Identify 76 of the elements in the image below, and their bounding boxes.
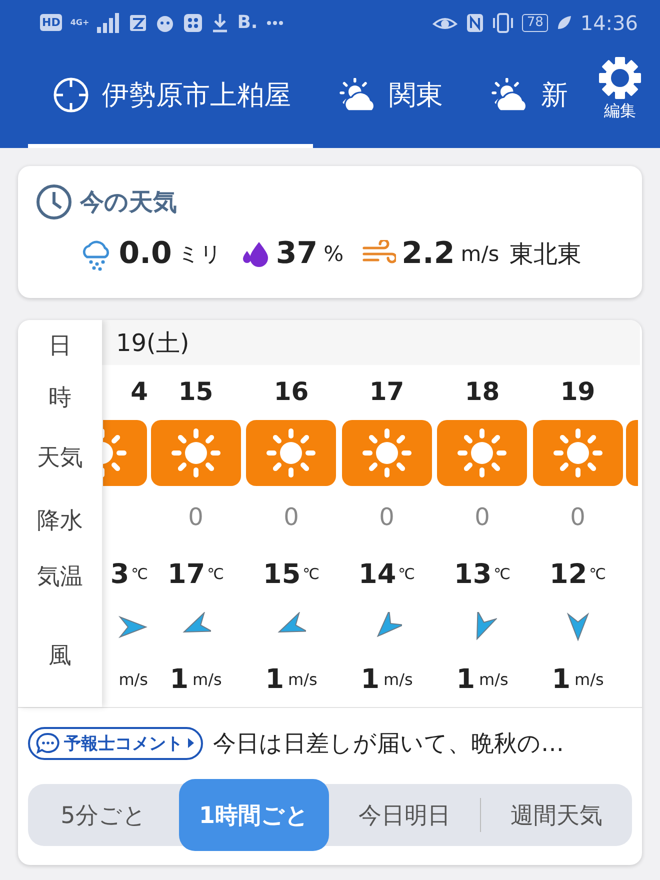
hour-label: 19	[560, 377, 596, 406]
leaf-icon	[556, 14, 572, 30]
more-icon	[266, 20, 284, 26]
hour-label: 4	[130, 377, 148, 406]
clock-time: 14:36	[580, 10, 638, 34]
hd-indicator: HD	[40, 14, 62, 31]
temperature-unit: ℃	[131, 565, 148, 583]
battery-level: 78	[522, 14, 548, 32]
chat-icon	[36, 732, 60, 754]
temperature-value: 17	[168, 558, 206, 590]
wind-speed-value: 1	[265, 664, 284, 695]
wind-speed-unit: m/s	[574, 670, 604, 689]
settings-icon	[597, 55, 643, 101]
humidity-value: 37	[276, 236, 318, 271]
rain-unit: ミリ	[178, 240, 222, 268]
view-mode-tab[interactable]: 週間天気	[481, 784, 632, 846]
app-letter: B.	[237, 12, 258, 33]
row-label: 日	[48, 332, 72, 362]
humidity-unit: %	[324, 242, 344, 266]
precipitation-value: 0	[379, 503, 394, 531]
precipitation-value: 0	[284, 503, 299, 531]
location-tab[interactable]: 伊勢原市上粕屋	[28, 45, 313, 148]
download-icon	[211, 12, 230, 32]
temperature-unit: ℃	[589, 565, 606, 583]
temperature-unit: ℃	[302, 565, 320, 583]
row-label: 時	[48, 384, 72, 413]
view-mode-tab[interactable]: 今日明日	[329, 784, 480, 846]
temperature-unit: ℃	[494, 565, 510, 583]
apps-icon	[183, 12, 204, 32]
hour-label: 17	[369, 377, 404, 406]
wind-speed-value: 1	[360, 664, 380, 695]
temperature-value: 15	[263, 558, 301, 590]
wind-speed-unit: m/s	[118, 670, 148, 689]
wind-speed-unit: m/s	[288, 670, 318, 689]
card-title: 今の天気	[80, 187, 177, 218]
vibrate-icon	[492, 12, 514, 32]
wind-speed-unit: m/s	[383, 670, 413, 689]
precipitation-value: 0	[188, 503, 204, 531]
row-label: 天気	[37, 444, 83, 474]
wind-speed-unit: m/s	[192, 670, 222, 689]
date-label: 19(土)	[116, 328, 190, 358]
temperature-unit: ℃	[398, 565, 415, 583]
clock-icon	[36, 184, 72, 220]
hour-label: 18	[464, 377, 500, 406]
hour-label: 16	[274, 377, 309, 406]
precipitation-value: 0	[474, 503, 490, 531]
row-label: 風	[48, 642, 72, 671]
row-label: 気温	[37, 562, 83, 592]
wind-speed-value: 1	[170, 664, 188, 695]
wind-direction: 東北東	[509, 238, 582, 270]
wind-value: 2.2	[402, 236, 455, 271]
wind-unit: m/s	[460, 242, 500, 266]
forecaster-comment-button[interactable]: 予報士コメント	[28, 726, 203, 760]
crosshair-icon	[52, 76, 90, 114]
wind-speed-value: 1	[456, 664, 475, 695]
view-mode-tab[interactable]: 5分ごと	[28, 784, 179, 846]
temperature-unit: ℃	[207, 565, 224, 583]
signal-icon	[97, 12, 122, 32]
app-icon	[129, 14, 148, 32]
nfc-icon	[466, 12, 484, 32]
location-tab[interactable]: 関東	[313, 45, 465, 148]
comment-text: 今日は日差しが届いて、晩秋の…	[213, 730, 564, 758]
edit-button[interactable]: 編集	[590, 45, 650, 148]
temperature-value: 14	[358, 558, 396, 590]
temperature-value: 3	[110, 558, 130, 590]
precipitation-value: 0	[570, 503, 586, 531]
rain-value: 0.0	[118, 236, 172, 271]
row-label: 降水	[37, 506, 83, 536]
wind-speed-unit: m/s	[478, 670, 508, 689]
wind-speed-value: 1	[552, 664, 570, 695]
hour-label: 15	[178, 377, 214, 406]
caret-icon	[187, 737, 195, 749]
location-tab[interactable]: 新	[465, 45, 575, 148]
temperature-value: 12	[550, 558, 588, 590]
temperature-value: 13	[454, 558, 492, 590]
network-type: 4G+	[70, 18, 90, 27]
